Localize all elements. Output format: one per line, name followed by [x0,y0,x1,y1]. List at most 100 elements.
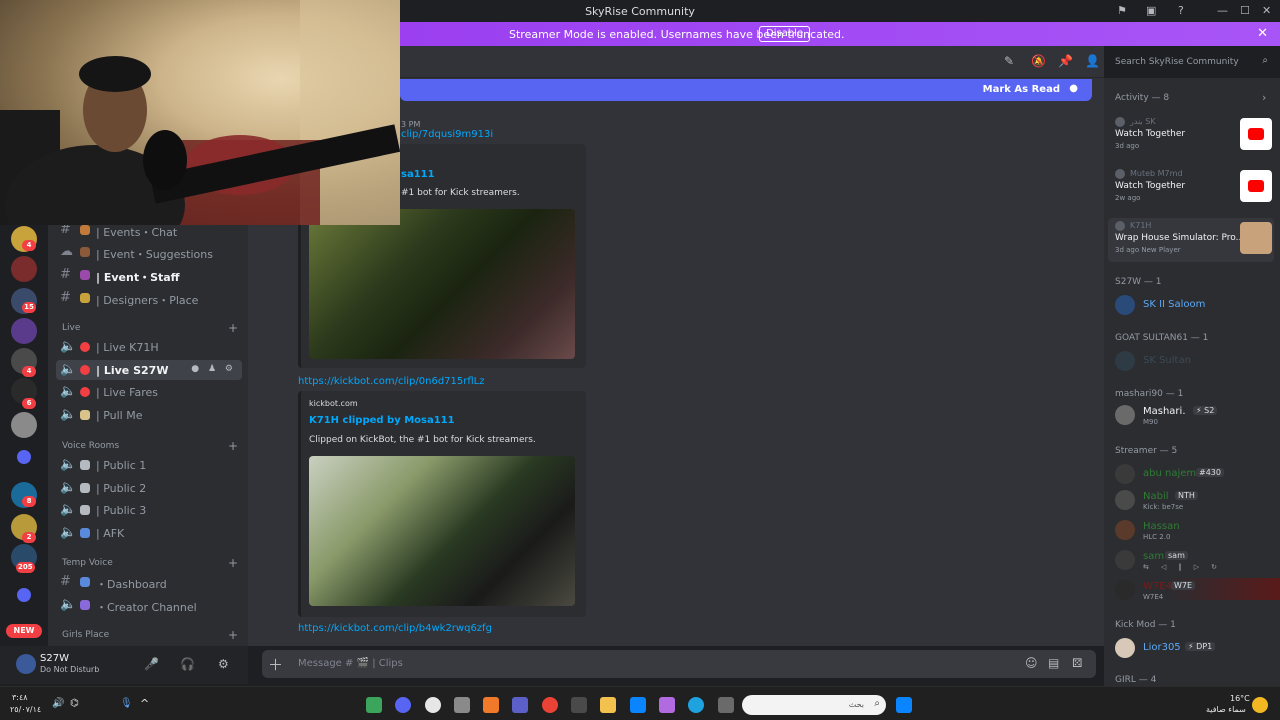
voice-channel-live-fares[interactable]: 🔈 | Live Fares [56,382,242,402]
activity-card[interactable]: Muteb M7md Watch Together 2w ago [1108,166,1274,210]
voice-channel-public-3[interactable]: 🔈 | Public 3 [56,500,242,520]
category-girls-place[interactable]: Girls Place [62,630,109,640]
channel-designers-place[interactable]: # | Designers・Place [56,288,242,308]
sticker-icon[interactable]: ▤ [1048,656,1059,670]
chevron-right-icon[interactable]: › [1262,91,1266,104]
folder-icon[interactable] [17,588,31,602]
maximize-icon[interactable]: ☐ [1240,4,1250,17]
clip-thumbnail-2[interactable] [309,456,575,606]
voice-channel-creator[interactable]: 🔈 ・Creator Channel [56,595,242,615]
server-icon[interactable] [11,256,37,282]
channel-event-suggestions[interactable]: ☁ | Event・Suggestions [56,242,242,262]
inbox-icon[interactable]: ⚑ [1117,4,1127,17]
add-channel-icon[interactable]: + [228,439,238,453]
member-list-icon[interactable]: 👤 [1085,54,1100,68]
message-composer[interactable]: ＋ Message # 🎬 | Clips ☺ ▤ ⚄ [262,650,1096,678]
category-live[interactable]: Live [62,323,80,333]
teams-icon[interactable] [512,697,528,713]
chrome-icon[interactable] [542,697,558,713]
voice-channel-pull-me[interactable]: 🔈 | Pull Me [56,405,242,425]
category-temp-voice[interactable]: Temp Voice [62,558,113,568]
task-view-icon[interactable] [718,697,734,713]
embed-title[interactable]: K71H clipped by Mosa111 [309,415,455,426]
mail-icon[interactable] [630,697,646,713]
disable-streamer-mode-button[interactable]: Disable [759,26,811,42]
minimize-icon[interactable]: — [1217,4,1228,17]
clock-date[interactable]: ٢٥/٠٧/١٤ [10,705,41,714]
mark-as-read-button[interactable]: Mark As Read [983,84,1060,95]
activity-card[interactable]: K71H Wrap House Simulator: Pro... 3d ago… [1108,218,1274,262]
clip-link-3[interactable]: https://kickbot.com/clip/b4wk2rwq6zfg [298,623,492,634]
member-item[interactable]: SK ⅠⅠ Saloom [1115,293,1275,315]
file-explorer-icon[interactable] [600,697,616,713]
mic-tray-icon[interactable]: 🎙 [120,698,133,709]
weather-temp[interactable]: 16°C [1230,694,1250,703]
wifi-icon[interactable]: ⌬ [70,698,79,709]
attach-plus-icon[interactable]: ＋ [268,654,283,675]
microphone-icon[interactable]: 🎤 [144,657,159,671]
app-icon[interactable] [483,697,499,713]
channel-event-staff[interactable]: # | Event・Staff [56,265,242,285]
mark-read-icon[interactable]: ● [1069,83,1078,94]
server-icon[interactable] [11,318,37,344]
streamer-mode-icon[interactable]: ▣ [1146,4,1156,17]
apps-icon[interactable]: ⚄ [1072,656,1082,670]
member-item[interactable]: Nabil NTH Kick: be7se [1115,488,1275,511]
new-badge[interactable]: NEW [6,624,42,638]
member-item[interactable]: Lior305 ⚡ DP1 [1115,636,1275,658]
channel-dashboard[interactable]: # ・Dashboard [56,572,242,592]
copilot-icon[interactable] [659,697,675,713]
close-icon[interactable]: ✕ [1257,26,1268,41]
tray-chevron-up-icon[interactable]: ^ [140,697,149,710]
folder-icon[interactable] [17,450,31,464]
username[interactable]: S27W [40,653,69,664]
close-window-icon[interactable]: ✕ [1262,4,1271,17]
search-input[interactable]: Search SkyRise Community ⌕ [1108,52,1274,72]
edge-icon[interactable] [688,697,704,713]
discord-taskbar-icon[interactable] [395,697,411,713]
gear-icon[interactable]: ⚙ [218,657,229,671]
notification-settings-icon[interactable]: 🔕 [1031,54,1046,68]
add-channel-icon[interactable]: + [228,628,238,642]
voice-channel-public-1[interactable]: 🔈 | Public 1 [56,455,242,475]
pinned-messages-icon[interactable]: 📌 [1058,54,1073,68]
add-channel-icon[interactable]: + [228,556,238,570]
threads-icon[interactable]: ✎ [1004,54,1014,68]
weather-icon[interactable] [1252,697,1268,713]
help-icon[interactable]: ? [1178,4,1184,17]
start-icon[interactable] [896,697,912,713]
clock-time[interactable]: ٣:٤٨ [12,693,28,702]
avatar[interactable] [16,654,36,674]
member-activity: Kick: be7se [1143,503,1184,511]
weather-description[interactable]: سماء صافية [1206,705,1246,714]
add-channel-icon[interactable]: + [228,321,238,335]
voice-channel-live-k71h[interactable]: 🔈 | Live K71H [56,337,242,357]
clip-link-1[interactable]: clip/7dqusi9m913i [401,129,493,140]
category-voice-rooms[interactable]: Voice Rooms [62,441,119,451]
clip-thumbnail-1[interactable] [309,209,575,359]
gif-icon[interactable]: ☺ [1025,656,1038,670]
embed-description: Clipped on KickBot, the #1 bot for Kick … [309,435,536,445]
volume-icon[interactable]: 🔊 [52,698,64,709]
activity-card[interactable]: بندر SK Watch Together 3d ago [1108,114,1274,158]
member-item[interactable]: W7E4 W7E W7E4 [1115,578,1280,601]
member-item[interactable]: sam sam ⇆◁‖▷↻ [1115,548,1275,571]
app-icon[interactable] [366,697,382,713]
channel-tools[interactable]: ● ♟ ⚙ [191,364,236,374]
headphones-icon[interactable]: 🎧 [180,657,195,671]
member-item[interactable]: abu najem #430 [1115,462,1275,484]
store-icon[interactable] [571,697,587,713]
member-item[interactable]: Hassan HLC 2.0 [1115,518,1275,541]
settings-icon[interactable] [454,697,470,713]
member-item[interactable]: Mashari. ⚡ S2 M90 [1115,403,1275,426]
member-item[interactable]: SK Sultan [1115,349,1275,371]
voice-channel-afk[interactable]: 🔈 | AFK [56,523,242,543]
media-controls[interactable]: ⇆◁‖▷↻ [1143,563,1229,571]
voice-channel-public-2[interactable]: 🔈 | Public 2 [56,478,242,498]
taskbar-search-input[interactable]: بحث ⌕ [742,695,886,715]
server-icon[interactable] [11,412,37,438]
obs-icon[interactable] [425,697,441,713]
embed-title[interactable]: sa111 [401,169,435,180]
clip-link-2[interactable]: https://kickbot.com/clip/0n6d715rflLz [298,376,485,387]
voice-channel-live-s27w[interactable]: 🔈 | Live S27W ● ♟ ⚙ [56,360,242,380]
